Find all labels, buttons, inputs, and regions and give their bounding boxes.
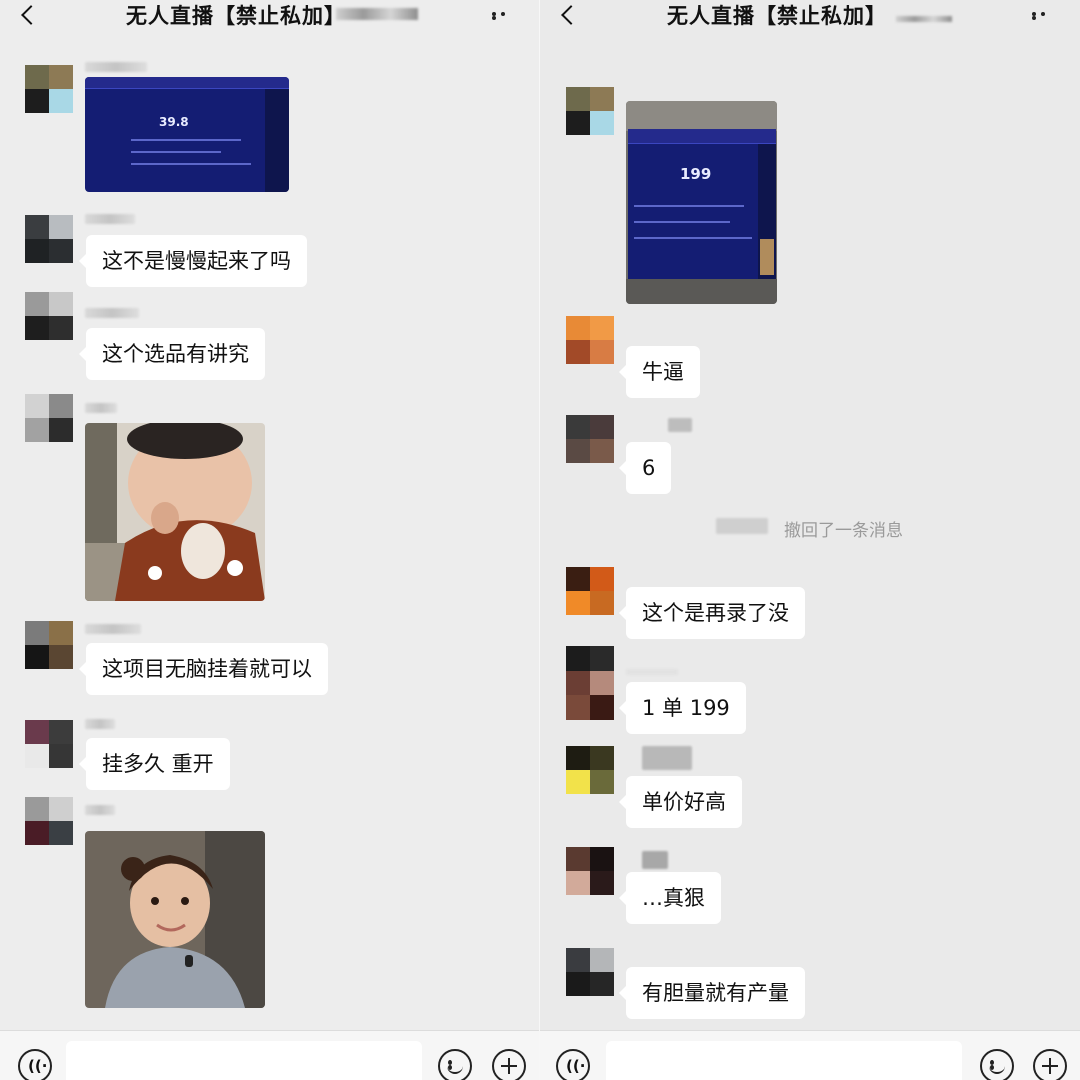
nickname-blur — [642, 851, 668, 869]
avatar[interactable] — [566, 646, 614, 720]
chat-title: 无人直播【禁止私加】 — [667, 4, 887, 28]
nickname-blur — [85, 403, 117, 413]
input-toolbar: ((· — [0, 1030, 540, 1080]
screenshot-image[interactable]: 39.8 — [85, 77, 289, 192]
nickname-blur — [85, 214, 135, 224]
avatar[interactable] — [566, 316, 614, 364]
plus-icon[interactable] — [1033, 1049, 1067, 1080]
nickname-blur — [85, 624, 141, 634]
nickname-blur — [85, 719, 115, 729]
baby-meme-image[interactable] — [85, 423, 265, 601]
chevron-left-icon[interactable] — [20, 2, 38, 22]
screen-value: 199 — [680, 165, 712, 183]
message-bubble[interactable]: 这项目无脑挂着就可以 — [79, 643, 328, 695]
nickname-blur — [668, 418, 692, 432]
recall-name-blur — [716, 518, 768, 534]
message-bubble[interactable]: 6 — [618, 442, 672, 494]
avatar[interactable] — [25, 394, 73, 442]
message-bubble[interactable]: 有胆量就有产量 — [619, 967, 805, 1019]
recall-notice: 撤回了一条消息 — [784, 521, 903, 541]
more-dots-icon[interactable] — [492, 12, 518, 20]
nickname-blur — [85, 308, 139, 318]
plus-icon[interactable] — [492, 1049, 526, 1080]
avatar[interactable] — [566, 87, 614, 135]
avatar[interactable] — [25, 797, 73, 845]
message-bubble[interactable]: 这不是慢慢起来了吗 — [79, 235, 307, 287]
nickname-blur — [626, 669, 678, 675]
emoji-icon[interactable] — [438, 1049, 472, 1080]
message-input[interactable] — [66, 1041, 422, 1080]
screen-value: 39.8 — [159, 115, 189, 129]
avatar[interactable] — [25, 621, 73, 669]
message-bubble[interactable]: 牛逼 — [619, 346, 700, 398]
monitor-photo-image[interactable]: 199 — [626, 101, 777, 304]
avatar[interactable] — [566, 567, 614, 615]
blurred-title-suffix — [336, 8, 418, 20]
nickname-blur — [85, 805, 115, 815]
chat-header: 无人直播【禁止私加】 — [540, 0, 1080, 30]
message-bubble[interactable]: 单价好高 — [619, 776, 742, 828]
avatar[interactable] — [25, 292, 73, 340]
blurred-title-suffix — [896, 16, 952, 22]
emoji-icon[interactable] — [980, 1049, 1014, 1080]
chevron-left-icon[interactable] — [560, 2, 578, 22]
nickname-blur — [85, 62, 147, 72]
avatar[interactable] — [566, 746, 614, 794]
nickname-blur — [642, 746, 692, 770]
avatar[interactable] — [25, 215, 73, 263]
message-bubble[interactable]: 挂多久 重开 — [79, 738, 230, 790]
message-input[interactable] — [606, 1041, 962, 1080]
message-bubble[interactable]: 这个选品有讲究 — [79, 328, 265, 380]
right-chat-window: 无人直播【禁止私加】 199 牛逼 6 撤回了一条消息 这个是再录了没 1 单 … — [540, 0, 1080, 1080]
message-bubble[interactable]: …真狠 — [619, 872, 721, 924]
message-bubble[interactable]: 这个是再录了没 — [619, 587, 805, 639]
message-bubble[interactable]: 1 单 199 — [619, 682, 746, 734]
voice-icon[interactable]: ((· — [18, 1049, 52, 1080]
avatar[interactable] — [25, 720, 73, 768]
left-chat-window: 无人直播【禁止私加】 39.8 这不是慢慢起来了吗 这个选品有讲究 这项目无脑挂… — [0, 0, 540, 1080]
voice-icon[interactable]: ((· — [556, 1049, 590, 1080]
avatar[interactable] — [25, 65, 73, 113]
chat-header: 无人直播【禁止私加】 — [0, 0, 540, 30]
avatar[interactable] — [566, 415, 614, 463]
avatar[interactable] — [566, 847, 614, 895]
input-toolbar: ((· — [540, 1030, 1080, 1080]
chat-title: 无人直播【禁止私加】 — [126, 4, 346, 28]
avatar[interactable] — [566, 948, 614, 996]
more-dots-icon[interactable] — [1032, 12, 1058, 20]
girl-meme-image[interactable] — [85, 831, 265, 1008]
